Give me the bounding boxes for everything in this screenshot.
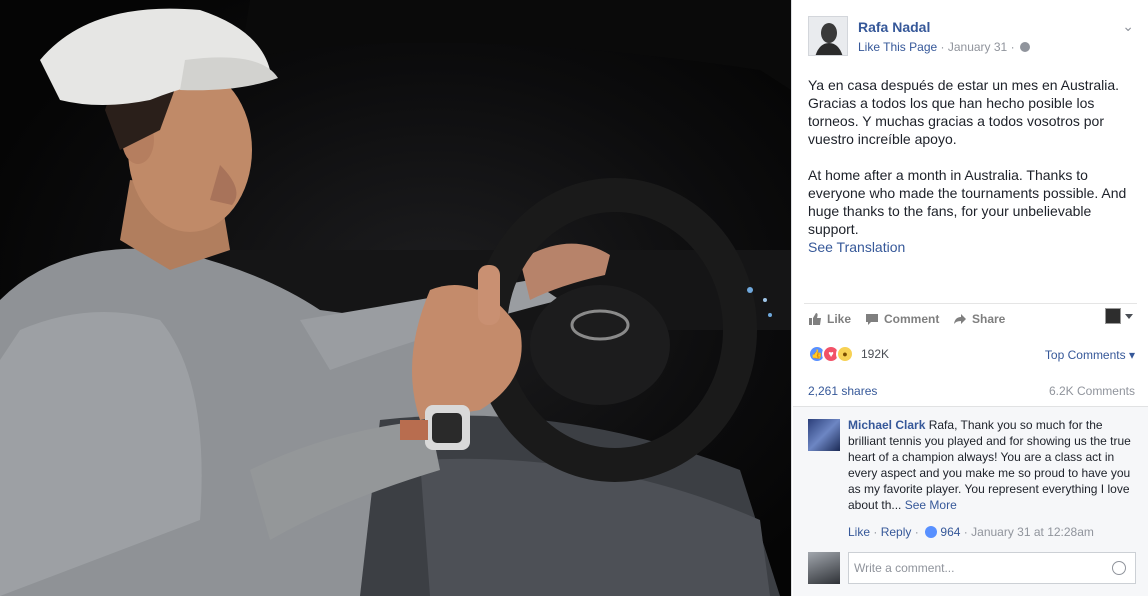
comments-section: Michael Clark Rafa, Thank you so much fo… [793, 406, 1148, 596]
post-side-panel: Rafa Nadal Like This Page · January 31 ·… [791, 0, 1148, 596]
reaction-count[interactable]: 192K [861, 347, 889, 361]
post-photo[interactable] [0, 0, 791, 596]
reactions-summary: 👍 ♥ ● 192K Top Comments ▾ [808, 344, 1138, 364]
thumbs-up-icon [809, 313, 821, 325]
post-stats: 2,261 shares 6.2K Comments [808, 384, 1138, 400]
post-as-selector[interactable] [1105, 308, 1133, 324]
caret-down-icon: ▾ [1128, 348, 1135, 362]
comment-like-link[interactable]: Like [848, 525, 870, 539]
separator-dot: · [914, 525, 919, 539]
share-button[interactable]: Share [953, 312, 1005, 326]
viewer-mini-avatar [1105, 308, 1121, 324]
shares-count-link[interactable]: 2,261 shares [808, 384, 877, 398]
profile-silhouette-icon [815, 23, 843, 55]
commenter-name-link[interactable]: Michael Clark [848, 418, 925, 432]
thumbs-up-icon [925, 526, 938, 538]
post-header: Rafa Nadal Like This Page · January 31 ·… [808, 16, 1138, 56]
photo-illustration [0, 0, 791, 596]
comment-like-count[interactable]: 964 [940, 525, 960, 539]
share-arrow-icon [954, 314, 966, 324]
comment-input[interactable] [848, 552, 1136, 584]
like-page-link[interactable]: Like This Page [858, 40, 937, 54]
comment-bubble-icon [866, 314, 878, 325]
meta-separator: · [1010, 40, 1015, 54]
separator-dot: · [963, 525, 968, 539]
top-comments-dropdown[interactable]: Top Comments ▾ [1045, 348, 1135, 362]
comment-button[interactable]: Comment [865, 312, 939, 326]
page-avatar[interactable] [808, 16, 848, 56]
comments-count[interactable]: 6.2K Comments [1049, 384, 1135, 398]
comment-button-label: Comment [884, 312, 940, 326]
chevron-down-icon[interactable]: ⌄ [1122, 18, 1134, 35]
viewer-avatar [808, 552, 840, 584]
comment-actions: Like · Reply · 964 · January 31 at 12:28… [848, 525, 1094, 539]
top-comments-label: Top Comments [1044, 348, 1126, 362]
share-button-label: Share [972, 312, 1006, 326]
comment-body: Michael Clark Rafa, Thank you so much fo… [848, 417, 1133, 513]
wow-reaction-icon: ● [836, 345, 854, 363]
like-button[interactable]: Like [808, 312, 851, 326]
comment-reply-link[interactable]: Reply [881, 525, 912, 539]
post-action-bar: Like Comment Share [804, 303, 1137, 335]
like-button-label: Like [827, 312, 852, 326]
page-name-link[interactable]: Rafa Nadal [858, 19, 930, 35]
globe-icon [1019, 42, 1030, 52]
reaction-icons[interactable]: 👍 ♥ ● [808, 345, 854, 363]
post-meta: Like This Page · January 31 · [858, 40, 1030, 54]
emoji-icon[interactable] [1112, 561, 1126, 575]
comment-timestamp[interactable]: January 31 at 12:28am [971, 525, 1094, 539]
comment-composer [808, 551, 1138, 585]
caret-down-icon [1125, 313, 1133, 319]
commenter-avatar[interactable] [808, 419, 840, 451]
meta-separator: · [940, 40, 945, 54]
post-date[interactable]: January 31 [948, 40, 1007, 54]
see-more-link[interactable]: See More [905, 498, 957, 512]
post-message: Ya en casa después de estar un mes en Au… [808, 76, 1138, 256]
comment-text: Rafa, Thank you so much for the brillian… [848, 418, 1131, 512]
separator-dot: · [873, 525, 878, 539]
post-text-spanish: Ya en casa después de estar un mes en Au… [808, 77, 1120, 147]
post-text-english: At home after a month in Australia. Than… [808, 167, 1127, 237]
see-translation-link[interactable]: See Translation [808, 238, 1138, 256]
